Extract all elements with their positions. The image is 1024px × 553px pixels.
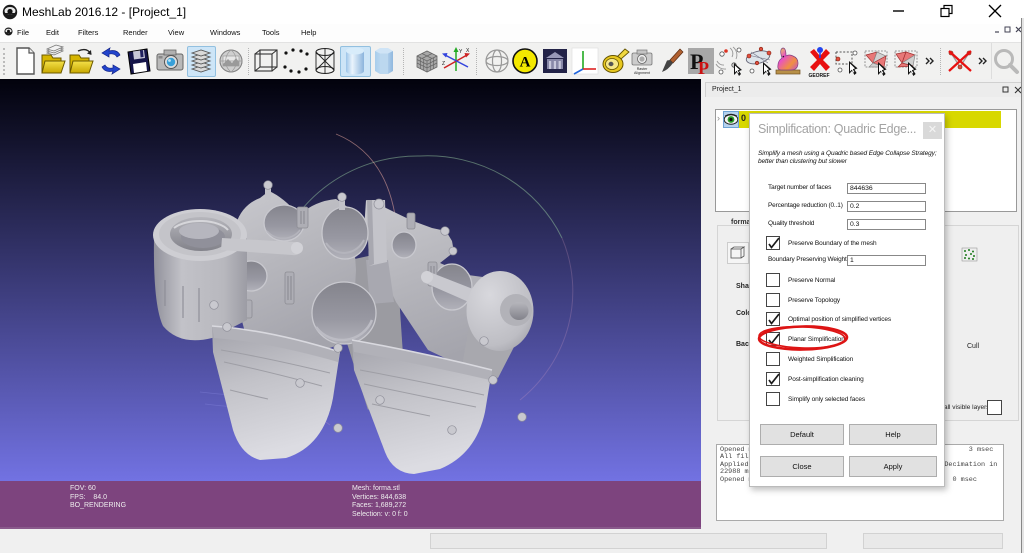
svg-text:Y: Y bbox=[459, 49, 463, 55]
svg-text:X: X bbox=[466, 48, 470, 54]
svg-text:A: A bbox=[520, 55, 531, 71]
svg-text:Alignment: Alignment bbox=[634, 71, 650, 75]
svg-text:Z: Z bbox=[442, 61, 445, 67]
svg-text:P: P bbox=[698, 58, 709, 78]
